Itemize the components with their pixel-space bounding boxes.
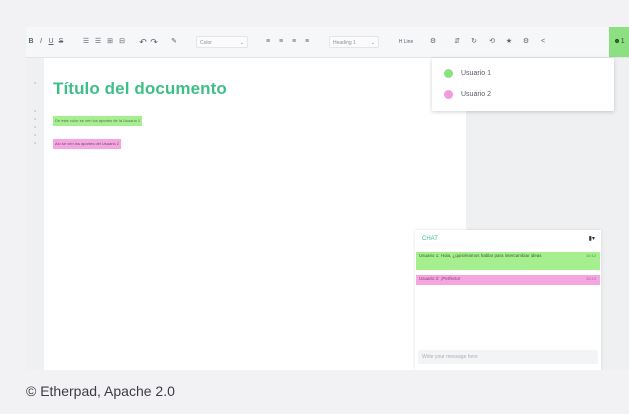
- heading-select[interactable]: Heading 1 ⌄: [329, 36, 379, 48]
- chat-message-time: 10:12: [585, 253, 596, 258]
- import-export-icon[interactable]: ⇵: [452, 27, 462, 57]
- user-color-swatch[interactable]: [444, 89, 453, 99]
- editor-toolbar: B I U S ☰ ☰ ⊞ ⊟ ↶ ↷ ✎ Color ⌄ ≡ ≡ ≡ ≡ He…: [26, 27, 629, 58]
- bold-button[interactable]: B: [26, 27, 36, 57]
- line-gutter: [26, 58, 44, 370]
- align-justify-icon[interactable]: ≡: [302, 27, 312, 57]
- heading-select-label: Heading 1: [333, 40, 356, 46]
- users-icon: ☻: [613, 38, 621, 45]
- settings-icon[interactable]: ⚙: [428, 27, 438, 57]
- redo-button[interactable]: ↷: [149, 27, 159, 57]
- italic-button[interactable]: I: [36, 27, 46, 57]
- outdent-icon[interactable]: ⊟: [117, 27, 127, 57]
- ordered-list-icon[interactable]: ☰: [81, 27, 91, 57]
- users-popup: Usuario 1 Usuario 2: [432, 58, 614, 111]
- document-title[interactable]: Título del documento: [53, 79, 227, 99]
- font-select[interactable]: H Line: [390, 27, 422, 57]
- color-select[interactable]: Color ⌄: [196, 36, 248, 48]
- image-caption: © Etherpad, Apache 2.0: [26, 383, 175, 399]
- users-button[interactable]: ☻1: [609, 27, 629, 57]
- user-name: Usuario 2: [461, 91, 491, 98]
- chat-message-text: Usuario 1: Hola, ¿quisiéramos hablar par…: [419, 253, 542, 258]
- gear-icon[interactable]: ⚙: [521, 27, 531, 57]
- user-color-swatch[interactable]: [444, 68, 453, 78]
- chat-title: CHAT: [422, 236, 438, 242]
- users-count: 1: [620, 38, 625, 45]
- share-icon[interactable]: <: [538, 27, 548, 57]
- chat-message: Usuario 1: Hola, ¿quisiéramos hablar par…: [416, 252, 600, 270]
- underline-button[interactable]: U: [46, 27, 56, 57]
- strikethrough-button[interactable]: S: [56, 27, 66, 57]
- user-name: Usuario 1: [461, 70, 491, 77]
- chat-message: Usuario 2: ¡Perfecto! 10:13: [416, 275, 600, 285]
- user-row[interactable]: Usuario 1: [444, 67, 491, 81]
- chat-message-time: 10:13: [585, 276, 596, 281]
- align-left-icon[interactable]: ≡: [263, 27, 273, 57]
- undo-button[interactable]: ↶: [138, 27, 148, 57]
- color-select-label: Color: [200, 40, 212, 46]
- gutter-mark: [34, 142, 36, 144]
- star-icon[interactable]: ★: [504, 27, 514, 57]
- gutter-mark: [34, 82, 36, 84]
- chat-message-text: Usuario 2: ¡Perfecto!: [419, 276, 461, 281]
- document-line-user1[interactable]: De este color se ven los aportes de la U…: [53, 116, 143, 126]
- unordered-list-icon[interactable]: ☰: [93, 27, 103, 57]
- timeslider-icon[interactable]: ↻: [469, 27, 479, 57]
- chat-input[interactable]: [418, 350, 598, 364]
- etherpad-window: B I U S ☰ ☰ ⊞ ⊟ ↶ ↷ ✎ Color ⌄ ≡ ≡ ≡ ≡ He…: [26, 27, 629, 370]
- indent-icon[interactable]: ⊞: [105, 27, 115, 57]
- gutter-mark: [34, 110, 36, 112]
- chat-panel: CHAT ▮▾ Usuario 1: Hola, ¿quisiéramos ha…: [415, 230, 601, 370]
- align-center-icon[interactable]: ≡: [276, 27, 286, 57]
- chevron-down-icon: ⌄: [239, 40, 244, 46]
- document-line-user2[interactable]: Así se ven los aportes del Usuario 2: [53, 139, 122, 149]
- chevron-down-icon: ⌄: [370, 40, 375, 46]
- gutter-mark: [34, 126, 36, 128]
- gutter-mark: [34, 118, 36, 120]
- document-page[interactable]: [44, 58, 466, 370]
- align-right-icon[interactable]: ≡: [289, 27, 299, 57]
- clear-authorship-icon[interactable]: ✎: [169, 27, 179, 57]
- chat-options-icon[interactable]: ▮▾: [589, 235, 595, 242]
- user-row[interactable]: Usuario 2: [444, 88, 491, 102]
- gutter-mark: [34, 134, 36, 136]
- history-icon[interactable]: ⟲: [487, 27, 497, 57]
